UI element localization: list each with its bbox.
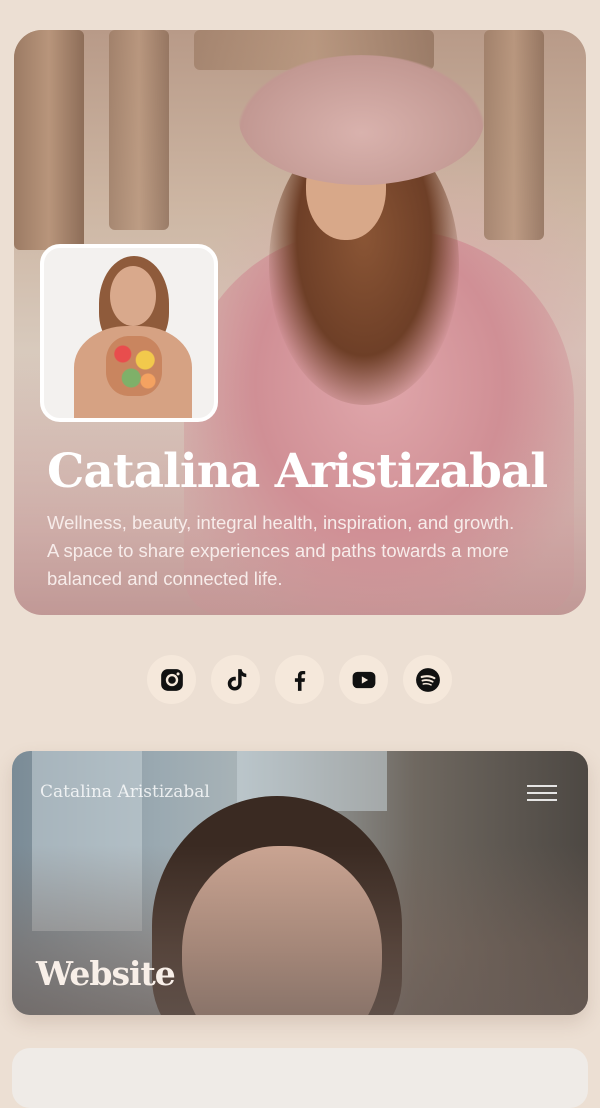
next-link-card[interactable] bbox=[12, 1048, 588, 1108]
background-pillar bbox=[14, 30, 84, 250]
instagram-icon bbox=[160, 668, 183, 691]
spotify-button[interactable] bbox=[403, 655, 452, 704]
facebook-button[interactable] bbox=[275, 655, 324, 704]
background-pillar bbox=[484, 30, 544, 240]
website-logo-text: Catalina Aristizabal bbox=[40, 782, 210, 802]
tiktok-icon bbox=[227, 668, 246, 691]
instagram-button[interactable] bbox=[147, 655, 196, 704]
profile-avatar bbox=[40, 244, 218, 422]
background-pillar bbox=[109, 30, 169, 230]
youtube-button[interactable] bbox=[339, 655, 388, 704]
social-links bbox=[147, 655, 452, 704]
website-link-card[interactable]: Catalina Aristizabal Website bbox=[12, 751, 588, 1015]
youtube-icon bbox=[352, 671, 375, 688]
spotify-icon bbox=[415, 667, 440, 692]
website-card-title: Website bbox=[36, 954, 176, 993]
hero-photo-hat bbox=[239, 55, 484, 185]
profile-name: Catalina Aristizabal bbox=[47, 444, 548, 499]
tiktok-button[interactable] bbox=[211, 655, 260, 704]
flower-bouquet bbox=[106, 336, 162, 396]
profile-bio: Wellness, beauty, integral health, inspi… bbox=[47, 512, 515, 589]
facebook-icon bbox=[294, 670, 305, 691]
hamburger-menu-icon bbox=[527, 785, 557, 805]
